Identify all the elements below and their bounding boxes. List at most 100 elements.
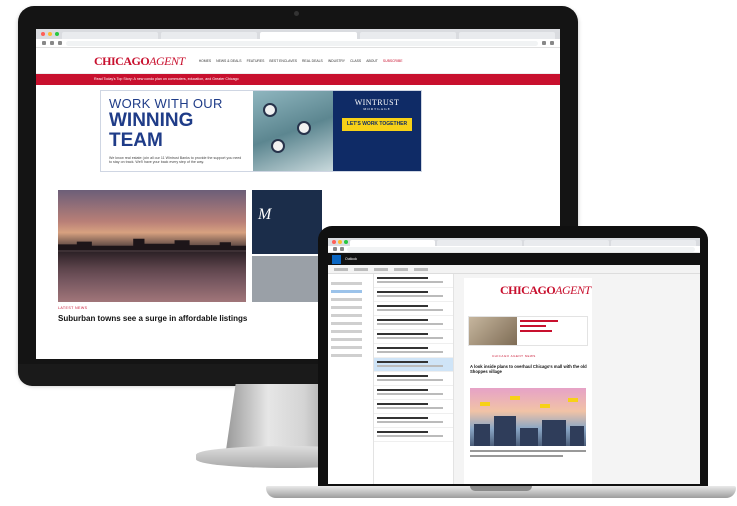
water-reflection [58, 252, 246, 302]
message-item[interactable] [374, 344, 453, 358]
label-tag [510, 396, 520, 400]
label-tag [568, 398, 578, 402]
reading-pane: CHICAGO AGENT CHICAGO AGENT NEWS A look … [454, 274, 700, 484]
nav-item-enclaves[interactable]: BEST ENCLAVES [269, 59, 297, 63]
folder-item[interactable] [331, 314, 363, 317]
minimize-window-icon[interactable] [48, 32, 52, 36]
newsletter-ad-text [517, 317, 587, 345]
nav-item-homes[interactable]: HOMES [199, 59, 211, 63]
nav-item-deals[interactable]: REAL DEALS [302, 59, 323, 63]
browser-tab[interactable] [359, 32, 456, 39]
newsletter-email: CHICAGO AGENT CHICAGO AGENT NEWS A look … [464, 278, 592, 484]
nav-item-class[interactable]: CLASS [350, 59, 361, 63]
browser-address-row [36, 39, 560, 48]
message-item[interactable] [374, 288, 453, 302]
close-window-icon[interactable] [41, 32, 45, 36]
ribbon-button[interactable] [354, 267, 368, 271]
mail-app-title: Outlook [345, 257, 358, 261]
mail-app-header: Outlook [328, 253, 700, 265]
logo-text-primary: CHICAGO [94, 53, 150, 68]
back-icon[interactable] [42, 41, 46, 45]
newsletter-headline[interactable]: A look inside plans to overhaul Chicago'… [470, 364, 588, 375]
top-story-banner[interactable]: Read Today's Top Story: A new condo plan… [36, 74, 560, 85]
building-shape [520, 428, 538, 446]
browser-tab[interactable] [62, 32, 159, 39]
reload-icon[interactable] [58, 41, 62, 45]
folder-item[interactable] [331, 330, 363, 333]
wintrust-ad-banner[interactable]: WORK WITH OUR WINNING TEAM We know real … [100, 90, 422, 172]
site-nav: HOMES NEWS & DEALS FEATURES BEST ENCLAVE… [199, 59, 403, 63]
message-item[interactable] [374, 414, 453, 428]
message-item[interactable] [374, 372, 453, 386]
profile-icon[interactable] [550, 41, 554, 45]
message-item[interactable] [374, 400, 453, 414]
message-list [374, 274, 454, 484]
browser-tab[interactable] [161, 32, 258, 39]
message-item[interactable] [374, 386, 453, 400]
browser-tab[interactable] [524, 240, 609, 246]
logo-text-secondary: AGENT [149, 53, 185, 68]
building-shape [570, 426, 584, 446]
laptop-browser-tabbar [328, 238, 700, 246]
newsletter-section-label: CHICAGO AGENT NEWS [492, 354, 536, 358]
label-tag [540, 404, 550, 408]
address-bar[interactable] [66, 40, 538, 46]
newsletter-image[interactable] [470, 388, 586, 446]
folder-item-inbox[interactable] [331, 290, 363, 293]
newsletter-ad[interactable] [468, 316, 588, 346]
ribbon-button[interactable] [374, 267, 388, 271]
folder-item[interactable] [331, 282, 363, 285]
chair-image [263, 103, 277, 117]
nav-item-news[interactable]: NEWS & DEALS [216, 59, 241, 63]
message-item-selected[interactable] [374, 358, 453, 372]
browser-tab-active[interactable] [350, 240, 435, 246]
message-item[interactable] [374, 302, 453, 316]
browser-tab[interactable] [611, 240, 696, 246]
nav-item-features[interactable]: FEATURES [247, 59, 265, 63]
folder-item[interactable] [331, 354, 363, 357]
close-window-icon[interactable] [332, 240, 336, 244]
forward-icon[interactable] [50, 41, 54, 45]
browser-tab[interactable] [458, 32, 556, 39]
ad-cta-button[interactable]: LET'S WORK TOGETHER [341, 117, 413, 132]
address-bar[interactable] [347, 246, 695, 252]
back-icon[interactable] [333, 247, 337, 251]
message-item[interactable] [374, 330, 453, 344]
ribbon-button[interactable] [414, 267, 428, 271]
maximize-window-icon[interactable] [55, 32, 59, 36]
ribbon-button[interactable] [334, 267, 348, 271]
nav-item-about[interactable]: ABOUT [366, 59, 378, 63]
message-item[interactable] [374, 428, 453, 442]
browser-tab-active[interactable] [260, 32, 357, 39]
folder-item[interactable] [331, 322, 363, 325]
site-logo[interactable]: CHICAGO AGENT [94, 55, 185, 67]
browser-tabbar [36, 29, 560, 39]
folder-item[interactable] [331, 298, 363, 301]
app-launcher-icon[interactable] [332, 254, 341, 264]
message-item[interactable] [374, 274, 453, 288]
browser-tab[interactable] [437, 240, 522, 246]
side-story-logo: M [258, 206, 272, 223]
ribbon-button[interactable] [394, 267, 408, 271]
skyline-silhouette [58, 238, 246, 250]
nav-item-subscribe[interactable]: SUBSCRIBE [383, 59, 403, 63]
laptop-notch [470, 486, 532, 491]
extension-icon[interactable] [542, 41, 546, 45]
folder-item[interactable] [331, 306, 363, 309]
nav-item-industry[interactable]: INDUSTRY [328, 59, 345, 63]
ad-text-block: WORK WITH OUR WINNING TEAM We know real … [101, 91, 253, 171]
message-item[interactable] [374, 316, 453, 330]
site-header: CHICAGO AGENT HOMES NEWS & DEALS FEATURE… [36, 48, 560, 74]
ad-copy: We know real estate: join all our 11 Win… [109, 155, 242, 165]
side-story-image[interactable] [252, 256, 322, 302]
folder-item[interactable] [331, 338, 363, 341]
maximize-window-icon[interactable] [344, 240, 348, 244]
hero-headline[interactable]: Suburban towns see a surge in affordable… [58, 314, 247, 323]
folder-item[interactable] [331, 346, 363, 349]
ad-heading-line1: WORK WITH OUR [109, 96, 223, 111]
minimize-window-icon[interactable] [338, 240, 342, 244]
section-label: LATEST NEWS [58, 306, 88, 310]
hero-image[interactable] [58, 190, 246, 302]
forward-icon[interactable] [340, 247, 344, 251]
device-mockup-scene: CHICAGO AGENT HOMES NEWS & DEALS FEATURE… [0, 0, 737, 506]
